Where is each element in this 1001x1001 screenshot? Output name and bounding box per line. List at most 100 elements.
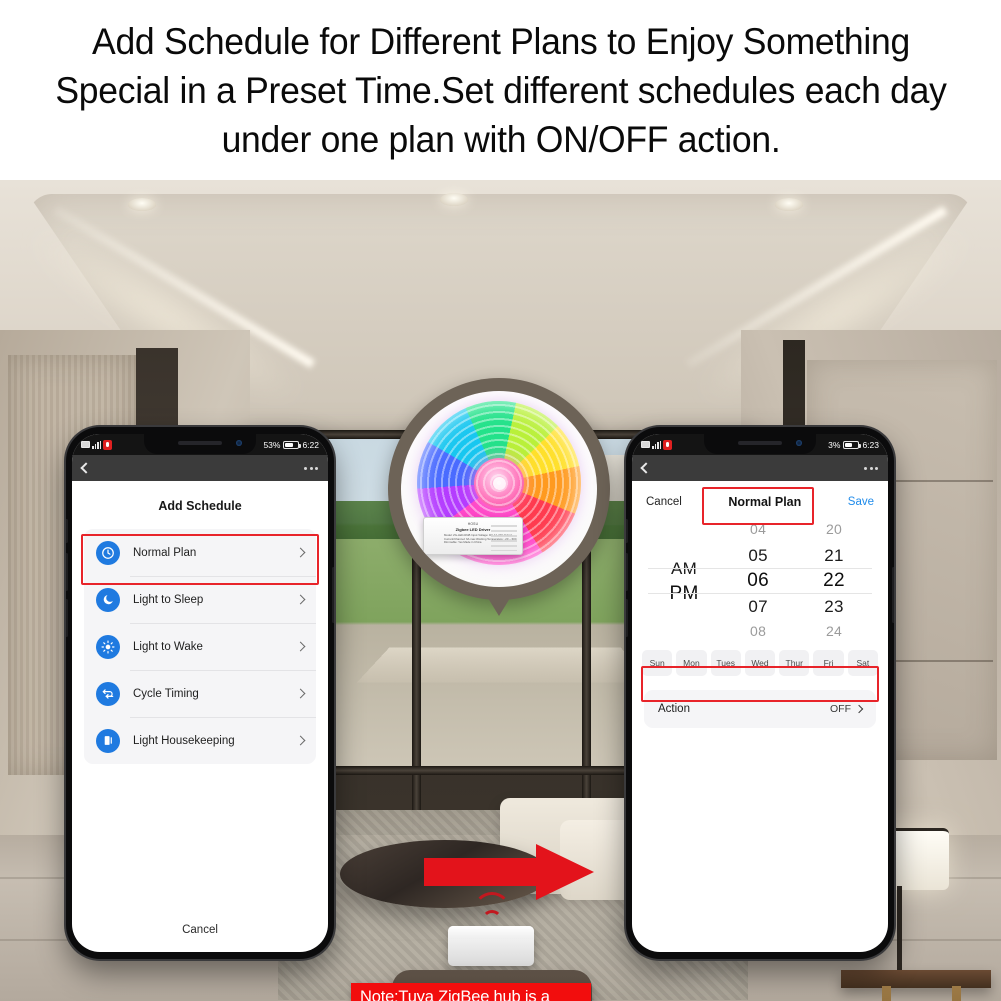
battery-icon bbox=[283, 440, 302, 449]
power-button[interactable] bbox=[892, 567, 894, 623]
volume-up-button[interactable] bbox=[66, 553, 68, 591]
list-item-cycle-timing[interactable]: Cycle Timing bbox=[84, 670, 316, 717]
chevron-right-icon bbox=[854, 704, 864, 714]
battery-icon bbox=[843, 440, 862, 449]
hour-near-above[interactable]: 05 bbox=[748, 543, 768, 569]
console-table bbox=[841, 970, 991, 988]
list-item-label: Light to Wake bbox=[133, 640, 203, 653]
minute-near-below[interactable]: 23 bbox=[824, 594, 844, 620]
clock-label: 6:22 bbox=[302, 439, 319, 450]
signal-bars-icon bbox=[92, 440, 102, 449]
volume-up-button[interactable] bbox=[626, 553, 628, 591]
more-dots-icon[interactable] bbox=[304, 466, 318, 470]
recording-icon bbox=[663, 439, 673, 450]
front-camera bbox=[236, 440, 242, 446]
cancel-button[interactable]: Cancel bbox=[72, 924, 328, 936]
volume-down-button[interactable] bbox=[626, 599, 628, 637]
clock-icon bbox=[96, 540, 120, 565]
downlight bbox=[128, 198, 156, 211]
product-banner: Add Schedule for Different Plans to Enjo… bbox=[0, 0, 1001, 1001]
hour-near-below[interactable]: 07 bbox=[748, 594, 768, 620]
day-chip-fri[interactable]: Fri bbox=[813, 650, 844, 676]
console-leg bbox=[952, 986, 961, 1001]
list-item-light-to-wake[interactable]: Light to Wake bbox=[84, 623, 316, 670]
notch bbox=[704, 434, 816, 454]
day-chip-thur[interactable]: Thur bbox=[779, 650, 810, 676]
notch bbox=[144, 434, 256, 454]
mute-switch[interactable] bbox=[626, 519, 628, 543]
status-right-icons: 53% 6:22 bbox=[263, 440, 319, 450]
minute-below[interactable]: 24 bbox=[826, 619, 842, 645]
cancel-button[interactable]: Cancel bbox=[646, 496, 682, 508]
earpiece-speaker bbox=[178, 441, 222, 445]
mute-switch[interactable] bbox=[66, 519, 68, 543]
day-chip-sun[interactable]: Sun bbox=[642, 650, 673, 676]
minute-above[interactable]: 20 bbox=[826, 517, 842, 543]
reel-center bbox=[474, 458, 524, 508]
action-row[interactable]: Action OFF bbox=[644, 690, 876, 728]
back-chevron-icon[interactable] bbox=[640, 462, 652, 474]
status-left-icons bbox=[81, 439, 113, 450]
downlight bbox=[440, 193, 468, 206]
phone-left-screen: 53% 6:22 Add Schedule Normal Plan Light … bbox=[72, 434, 328, 952]
signal-bars-icon bbox=[652, 440, 662, 449]
minute-near-above[interactable]: 21 bbox=[824, 543, 844, 569]
zigbee-hub-device bbox=[448, 926, 534, 966]
driver-terminal-pads bbox=[491, 525, 517, 551]
volume-down-button[interactable] bbox=[66, 599, 68, 637]
app-nav-bar bbox=[632, 455, 888, 481]
earpiece-speaker bbox=[738, 441, 782, 445]
console-leg bbox=[882, 986, 891, 1001]
day-chip-wed[interactable]: Wed bbox=[744, 650, 776, 676]
chevron-right-icon bbox=[295, 688, 306, 699]
list-item-light-to-sleep[interactable]: Light to Sleep bbox=[84, 576, 316, 623]
hour-column[interactable]: 03 04 05 06 07 08 09 bbox=[720, 517, 796, 645]
save-button[interactable]: Save bbox=[848, 496, 874, 508]
action-value: OFF bbox=[830, 703, 851, 715]
note-callout: Note:Tuya ZigBee hub is a must for intel… bbox=[351, 983, 591, 1001]
headline-section: Add Schedule for Different Plans to Enjo… bbox=[0, 0, 1001, 180]
meridiem-column[interactable]: AM PM bbox=[648, 517, 720, 645]
app-nav-bar bbox=[72, 455, 328, 481]
day-chip-sat[interactable]: Sat bbox=[847, 650, 878, 676]
day-chip-mon[interactable]: Mon bbox=[676, 650, 707, 676]
table-lamp-stem bbox=[897, 886, 902, 972]
phone-right-screen: 3% 6:23 Cancel Normal Plan Save AM PM 04… bbox=[632, 434, 888, 952]
plan-list: Normal Plan Light to Sleep Light to Wake… bbox=[84, 529, 316, 764]
list-item-label: Light Housekeeping bbox=[133, 734, 235, 747]
list-item-light-housekeeping[interactable]: Light Housekeeping bbox=[84, 717, 316, 764]
list-item-label: Cycle Timing bbox=[133, 687, 199, 700]
more-dots-icon[interactable] bbox=[864, 466, 878, 470]
time-picker[interactable]: AM PM 03 04 05 06 07 08 09 19 20 bbox=[632, 517, 888, 645]
note-text: Note:Tuya ZigBee hub is a must for intel… bbox=[360, 988, 550, 1001]
moon-icon bbox=[96, 587, 120, 612]
page-title: Add Schedule bbox=[72, 481, 328, 529]
back-chevron-icon[interactable] bbox=[80, 462, 92, 474]
minute-selected[interactable]: 22 bbox=[823, 568, 845, 594]
cycle-icon bbox=[96, 681, 120, 706]
status-left-icons bbox=[641, 439, 673, 450]
callout-inner: HOSU Zigbee LED Driver Model: ZG-LED-RGB… bbox=[401, 391, 597, 587]
battery-percent-label: 53% bbox=[263, 439, 281, 450]
meridiem-selected[interactable]: PM bbox=[670, 581, 699, 607]
day-chip-tues[interactable]: Tues bbox=[710, 650, 741, 676]
housekeeping-icon bbox=[96, 728, 120, 753]
clock-label: 6:23 bbox=[862, 439, 879, 450]
callout-pointer bbox=[483, 590, 515, 616]
hour-above[interactable]: 04 bbox=[750, 517, 766, 543]
page-title: Normal Plan bbox=[728, 495, 802, 509]
meridiem-above[interactable]: AM bbox=[671, 556, 697, 582]
minute-column[interactable]: 19 20 21 22 23 24 25 bbox=[796, 517, 872, 645]
status-bar: 53% 6:22 bbox=[72, 434, 328, 455]
sun-icon bbox=[96, 634, 120, 659]
hour-below[interactable]: 08 bbox=[750, 619, 766, 645]
garden-path bbox=[356, 647, 654, 683]
list-item-label: Light to Sleep bbox=[133, 593, 204, 606]
phone-right: 3% 6:23 Cancel Normal Plan Save AM PM 04… bbox=[626, 427, 894, 959]
chevron-right-icon bbox=[295, 735, 306, 746]
battery-percent-label: 3% bbox=[828, 439, 841, 450]
list-item-normal-plan[interactable]: Normal Plan bbox=[84, 529, 316, 576]
power-button[interactable] bbox=[332, 567, 334, 623]
sheet-header: Cancel Normal Plan Save bbox=[632, 481, 888, 517]
hour-selected[interactable]: 06 bbox=[747, 568, 769, 594]
